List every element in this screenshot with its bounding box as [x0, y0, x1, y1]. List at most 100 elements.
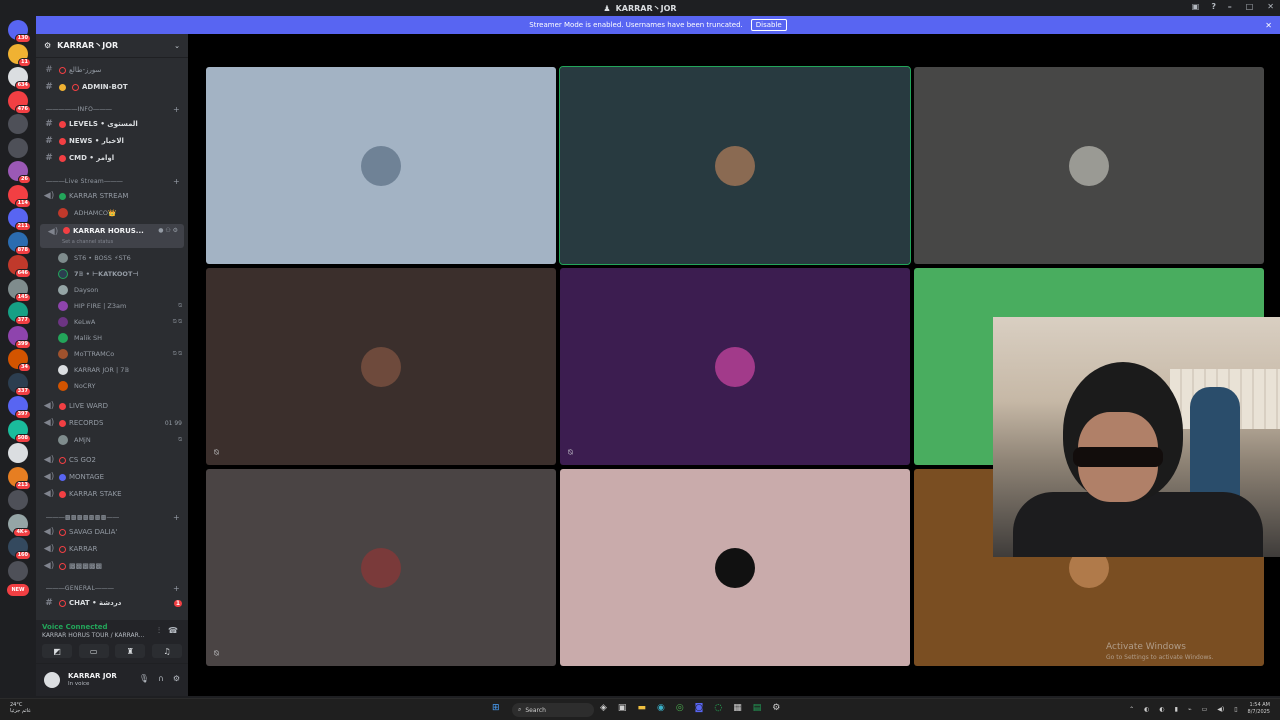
server-icon[interactable]: 114 — [8, 184, 31, 208]
edge-icon[interactable]: ◉ — [657, 703, 665, 713]
chevron-up-icon[interactable]: ⌃ — [1129, 706, 1134, 713]
taskbar-search[interactable]: ⌕ Search — [512, 703, 594, 717]
video-tile[interactable] — [206, 67, 556, 264]
windows-start-icon[interactable]: ⊞ — [492, 703, 500, 713]
app-icon[interactable]: ▤ — [753, 703, 762, 713]
server-icon[interactable]: 213 — [8, 466, 31, 490]
server-icon[interactable]: 211 — [8, 208, 31, 231]
speaker-icon[interactable]: ◀) — [1217, 706, 1224, 713]
server-header[interactable]: ⚙ KARRAR丶JOR ⌄ — [36, 34, 188, 58]
calculator-icon[interactable]: ▦ — [733, 703, 742, 713]
screen-share-button[interactable]: ▭ — [78, 644, 109, 658]
server-icon[interactable]: 34 — [8, 349, 31, 372]
server-icon[interactable]: 145 — [8, 278, 31, 302]
voice-user[interactable]: KARRAR JOR | 7𝔹 — [36, 362, 188, 378]
voice-user[interactable]: ADHAMCO👑 — [36, 205, 188, 221]
voice-user[interactable]: MoTTRAMCo ⍉ ⍉ — [36, 346, 188, 362]
voice-channel-live-ward[interactable]: ◀) LIVE WARD — [36, 398, 188, 414]
voice-user[interactable]: KeLwA ⍉ ⍉ — [36, 314, 188, 330]
battery-icon[interactable]: ▯ — [1234, 706, 1237, 713]
channel-item-admin-bot[interactable]: # ADMIN-BOT — [36, 79, 188, 95]
add-channel-icon[interactable]: + — [173, 584, 180, 593]
close-banner-icon[interactable]: ✕ — [1265, 21, 1272, 30]
voice-channel-savag[interactable]: ◀) SAVAG DALIA' — [36, 524, 188, 540]
server-icon[interactable]: 878 — [8, 231, 31, 255]
add-channel-icon[interactable]: + — [173, 105, 180, 114]
activity-button[interactable]: ♜ — [115, 644, 146, 658]
soundboard-button[interactable]: ♫ — [151, 644, 182, 658]
discord-icon[interactable]: ◙ — [695, 703, 704, 713]
channel-item-levels[interactable]: # LEVELS • المستوى — [36, 116, 188, 132]
signal-icon[interactable]: ⫶ — [158, 626, 160, 636]
channel-actions[interactable]: ● ⚇ ⚙ — [158, 227, 178, 234]
voice-user[interactable]: NoCRY — [36, 378, 188, 394]
network-icon[interactable]: ▭ — [1202, 706, 1208, 713]
file-explorer-icon[interactable]: ▬ — [637, 703, 646, 713]
server-icon[interactable]: 646 — [8, 255, 31, 278]
server-icon[interactable]: 11 — [8, 43, 31, 67]
category-info[interactable]: ――――― INFO ――― + — [36, 101, 188, 117]
voice-user[interactable]: Dayson — [36, 282, 188, 298]
camera-button[interactable]: ◩ — [42, 644, 72, 658]
channel-item-chat[interactable]: # CHAT • دردشة 1 — [36, 595, 188, 611]
voice-channel-karrar-horus[interactable]: ◀) KARRAR HORUS... ● ⚇ ⚙ Set a channel st… — [40, 224, 184, 248]
category-locked[interactable]: ――― ▩▩▩▩▩▩▩ ―― + — [36, 509, 188, 525]
server-icon[interactable]: 160 — [8, 537, 31, 560]
channel-item[interactable]: # سورز-طالع — [36, 62, 188, 78]
voice-user[interactable]: AMjN ⍉ — [36, 432, 188, 448]
video-tile[interactable] — [559, 66, 911, 265]
disconnect-icon[interactable]: ☎ — [168, 626, 178, 636]
server-icon[interactable]: 397 — [8, 396, 31, 419]
category-live-stream[interactable]: ――― Live Stream ――― + — [36, 173, 188, 189]
clock[interactable]: 1:54 AM 8/7/2025 — [1248, 702, 1270, 716]
voice-channel-csgo2[interactable]: ◀) CS GO2 — [36, 452, 188, 468]
avatar[interactable] — [44, 672, 60, 688]
add-channel-icon[interactable]: + — [173, 513, 180, 522]
whatsapp-icon[interactable]: ◌ — [714, 703, 722, 713]
voice-channel-karrar-stream[interactable]: ◀) KARRAR STREAM — [36, 188, 188, 204]
tray-icon[interactable]: ◐ — [1159, 706, 1164, 713]
category-general[interactable]: ――― GENERAL ――― + — [36, 580, 188, 596]
server-icon[interactable]: 4K+ — [8, 513, 31, 537]
close-window-icon[interactable]: ✕ — [1267, 2, 1274, 11]
new-badge[interactable]: NEW — [7, 584, 29, 596]
video-tile[interactable]: ⍉ — [206, 268, 556, 465]
inbox-icon[interactable]: ▣ — [1192, 2, 1200, 11]
server-icon[interactable]: 476 — [8, 90, 31, 114]
microphone-icon[interactable]: ▮ — [1175, 706, 1178, 713]
server-icon[interactable] — [8, 490, 28, 510]
channel-status[interactable]: Set a channel status — [62, 239, 113, 245]
server-icon[interactable]: 377 — [8, 302, 31, 325]
settings-icon[interactable]: ⚙ — [772, 703, 780, 713]
headphones-icon[interactable]: ∩ — [158, 674, 164, 683]
voice-channel-records[interactable]: ◀) RECORDS 01 99 — [36, 415, 188, 431]
channel-item-news[interactable]: # NEWS • الاخبار — [36, 133, 188, 149]
server-icon[interactable]: 130 — [8, 20, 31, 43]
tray-icon[interactable]: ⌁ — [1188, 706, 1192, 713]
voice-user[interactable]: ST6 • BOSS ⚡ST6 — [36, 250, 188, 266]
server-icon[interactable]: 634 — [8, 67, 31, 90]
server-icon[interactable] — [8, 443, 28, 463]
chrome-icon[interactable]: ◎ — [676, 703, 684, 713]
server-icon[interactable]: 508 — [8, 419, 31, 443]
video-tile[interactable]: ⍉ — [206, 469, 556, 666]
video-tile[interactable]: ⍉ — [560, 268, 910, 465]
video-tile[interactable] — [560, 469, 910, 666]
server-icon[interactable] — [8, 137, 28, 158]
voice-channel-karrar-stake[interactable]: ◀) KARRAR STAKE — [36, 486, 188, 502]
channel-item-cmd[interactable]: # CMD • اوامر — [36, 150, 188, 166]
microphone-icon[interactable]: 🎙︎ — [139, 674, 149, 683]
voice-channel-karrar[interactable]: ◀) KARRAR — [36, 541, 188, 557]
maximize-icon[interactable]: □ — [1246, 2, 1254, 11]
server-icon[interactable]: 26 — [8, 161, 31, 184]
app-icon[interactable]: ◈ — [600, 703, 607, 713]
server-icon[interactable]: 337 — [8, 372, 31, 396]
gear-icon[interactable]: ⚙ — [173, 674, 180, 683]
server-icon[interactable]: 399 — [8, 325, 31, 349]
server-icon[interactable] — [8, 114, 28, 134]
voice-user[interactable]: 7𝔹 • ⊢KATKOOT⊣ — [36, 266, 188, 282]
weather-widget[interactable]: 24°C غائم جزئيا — [10, 702, 31, 714]
minimize-icon[interactable]: – — [1228, 2, 1232, 11]
voice-channel-montage[interactable]: ◀) MONTAGE — [36, 469, 188, 485]
voice-user[interactable]: HIP FIRE | Z3am ⍉ — [36, 298, 188, 314]
